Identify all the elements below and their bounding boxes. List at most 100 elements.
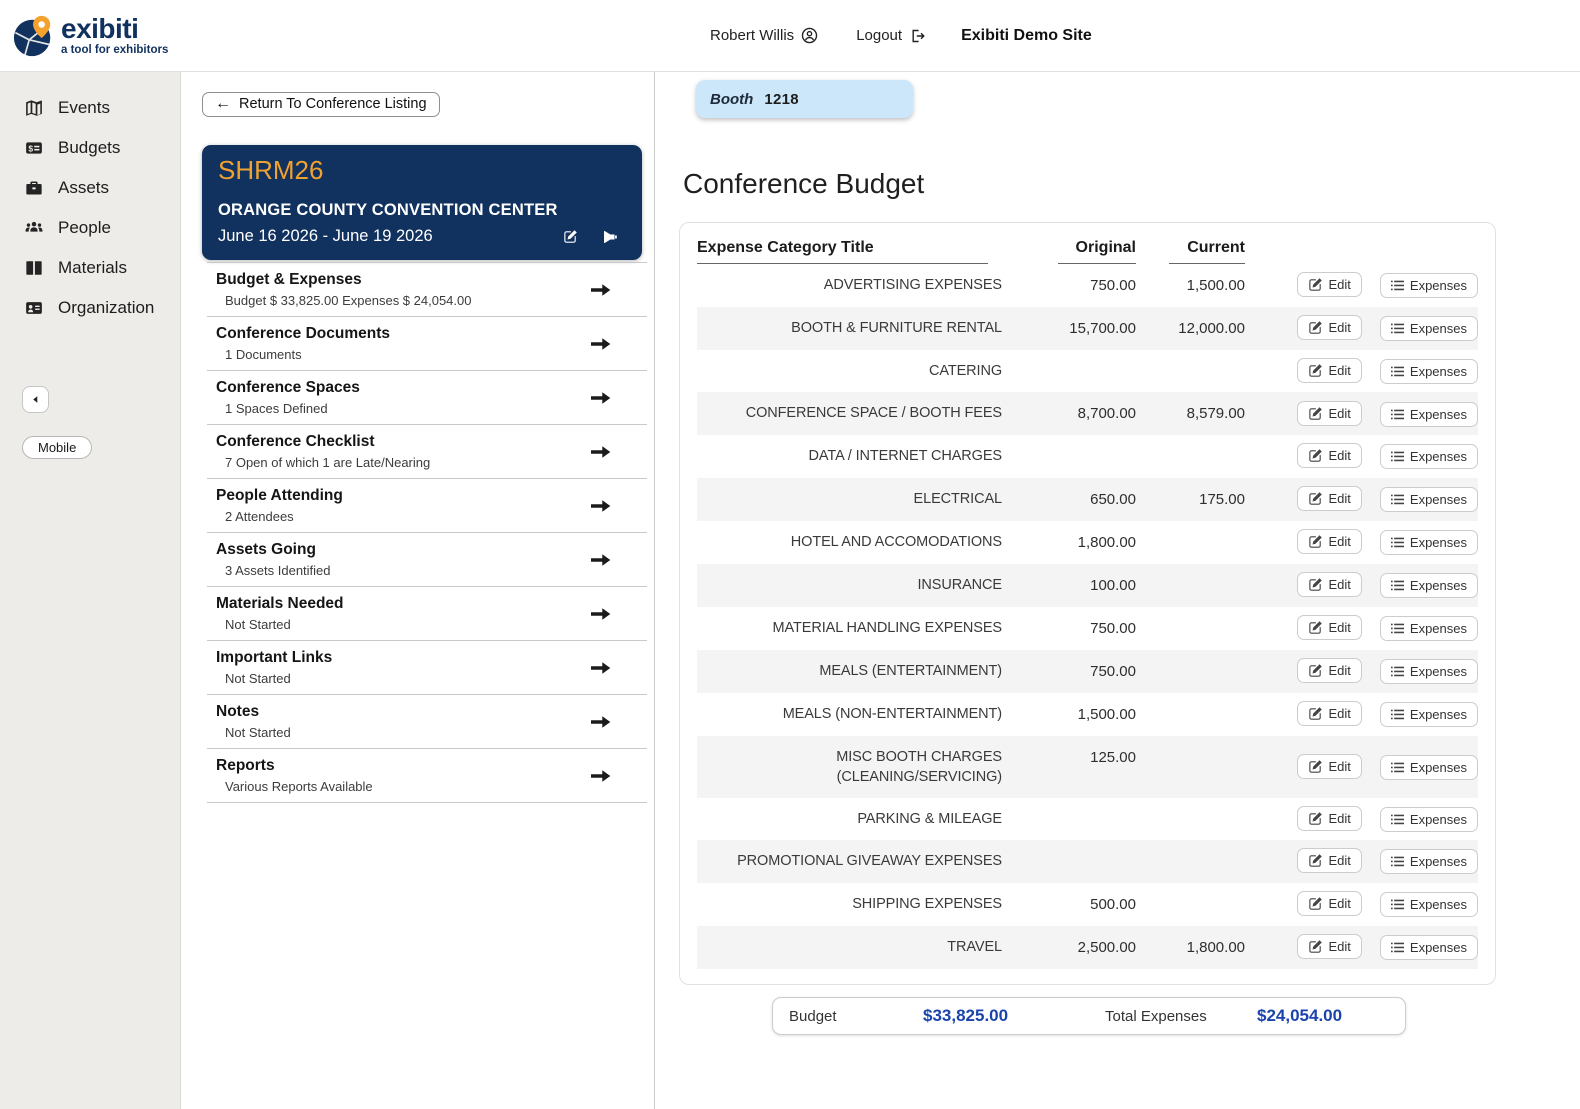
expenses-button-label: Expenses	[1409, 897, 1467, 913]
section-item[interactable]: People Attending 2 Attendees	[207, 479, 647, 533]
sidebar-item-people[interactable]: People	[0, 208, 180, 248]
edit-button-label: Edit	[1328, 705, 1351, 721]
edit-button[interactable]: Edit	[1296, 848, 1362, 874]
edit-button[interactable]: Edit	[1296, 891, 1362, 917]
list-icon	[1390, 450, 1404, 463]
expense-current	[1136, 798, 1245, 840]
list-icon	[1390, 898, 1404, 911]
expenses-button[interactable]: Expenses	[1379, 401, 1478, 427]
section-item[interactable]: Conference Spaces 1 Spaces Defined	[207, 371, 647, 425]
mobile-button[interactable]: Mobile	[22, 436, 93, 459]
expenses-button[interactable]: Expenses	[1379, 444, 1478, 470]
expenses-button[interactable]: Expenses	[1379, 615, 1478, 641]
table-row: BOOTH & FURNITURE RENTAL 15,700.00 12,000.…	[697, 307, 1478, 350]
table-row: MEALS (ENTERTAINMENT) 750.00 Edit Expenses	[697, 649, 1478, 693]
section-subtitle: 3 Assets Identified	[225, 563, 331, 578]
page-title: Conference Budget	[683, 168, 925, 199]
expenses-button[interactable]: Expenses	[1379, 529, 1478, 555]
sidebar-item-budgets[interactable]: $ Budgets	[0, 128, 180, 168]
edit-button[interactable]: Edit	[1296, 934, 1362, 960]
edit-icon	[1308, 811, 1323, 826]
expenses-button[interactable]: Expenses	[1379, 273, 1478, 299]
edit-button[interactable]: Edit	[1296, 614, 1362, 640]
expenses-button[interactable]: Expenses	[1379, 486, 1478, 512]
expenses-button[interactable]: Expenses	[1379, 572, 1478, 598]
list-icon	[1390, 665, 1404, 678]
edit-icon	[1308, 363, 1323, 378]
section-item[interactable]: Notes Not Started	[207, 695, 647, 749]
expense-category: PARKING & MILEAGE	[857, 811, 1002, 828]
expense-original: 100.00	[1090, 576, 1136, 594]
edit-conference-icon[interactable]	[563, 229, 578, 245]
edit-button[interactable]: Edit	[1296, 358, 1362, 383]
app-window: exibiti a tool for exhibitors Robert Wil…	[0, 0, 1580, 1109]
edit-button[interactable]: Edit	[1296, 315, 1362, 341]
user-menu[interactable]: Robert Willis	[710, 27, 818, 44]
megaphone-icon[interactable]	[602, 229, 618, 245]
table-row: PARKING & MILEAGE Edit Expenses	[697, 798, 1478, 840]
section-item[interactable]: Materials Needed Not Started	[207, 587, 647, 641]
edit-button-label: Edit	[1328, 758, 1351, 774]
sidebar-item-materials[interactable]: Materials	[0, 248, 180, 288]
sidebar-item-organization[interactable]: Organization	[0, 288, 180, 328]
section-subtitle: 2 Attendees	[225, 509, 294, 524]
edit-button-label: Edit	[1328, 448, 1351, 464]
expense-current: 175.00	[1199, 490, 1245, 508]
section-item[interactable]: Conference Documents 1 Documents	[207, 317, 647, 371]
table-row: MISC BOOTH CHARGES (CLEANING/SERVICING) 1…	[697, 735, 1478, 799]
edit-button[interactable]: Edit	[1296, 272, 1362, 298]
edit-icon	[1308, 320, 1323, 335]
conference-sections: Budget & Expenses Budget $ 33,825.00 Expe…	[207, 262, 647, 803]
expense-category: CONFERENCE SPACE / BOOTH FEES	[745, 405, 1002, 422]
expense-category: TRAVEL	[947, 938, 1002, 955]
list-icon	[1390, 622, 1404, 635]
logout-label: Logout	[856, 27, 903, 44]
section-item[interactable]: Reports Various Reports Available	[207, 749, 647, 803]
sidebar-item-assets[interactable]: Assets	[0, 168, 180, 208]
edit-icon	[1308, 491, 1323, 506]
expenses-button[interactable]: Expenses	[1379, 316, 1478, 342]
return-to-listing-button[interactable]: ← Return To Conference Listing	[202, 92, 440, 117]
expenses-button[interactable]: Expenses	[1379, 754, 1478, 780]
section-title: Materials Needed	[216, 595, 344, 612]
left-arrow-icon: ←	[215, 95, 231, 112]
expenses-button-label: Expenses	[1409, 364, 1467, 379]
edit-button[interactable]: Edit	[1296, 806, 1362, 832]
arrow-right-icon	[591, 661, 611, 675]
app-logo[interactable]: exibiti a tool for exhibitors	[12, 14, 168, 58]
edit-button-label: Edit	[1328, 533, 1351, 549]
expenses-button[interactable]: Expenses	[1379, 658, 1478, 684]
column-header-current: Current	[1169, 239, 1245, 264]
sidebar-collapse-button[interactable]	[22, 386, 49, 413]
expense-original: 15,700.00	[1069, 320, 1136, 337]
edit-button-label: Edit	[1328, 405, 1351, 421]
section-item[interactable]: Budget & Expenses Budget $ 33,825.00 Expe…	[207, 263, 647, 317]
section-item[interactable]: Conference Checklist 7 Open of which 1 ar…	[207, 425, 647, 479]
expense-original	[1002, 350, 1136, 392]
logout-button[interactable]: Logout	[856, 27, 925, 44]
sidebar-item-events[interactable]: Events	[0, 88, 180, 128]
triangle-left-icon	[29, 393, 42, 406]
expenses-button[interactable]: Expenses	[1379, 935, 1478, 961]
edit-button[interactable]: Edit	[1296, 400, 1362, 426]
list-icon	[1390, 365, 1404, 378]
edit-button[interactable]: Edit	[1296, 528, 1362, 554]
expenses-button[interactable]: Expenses	[1379, 849, 1478, 875]
expense-category: MATERIAL HANDLING EXPENSES	[772, 619, 1003, 636]
expense-category: MEALS (ENTERTAINMENT)	[819, 662, 1002, 679]
edit-button[interactable]: Edit	[1296, 753, 1362, 779]
edit-button[interactable]: Edit	[1296, 657, 1362, 683]
edit-button[interactable]: Edit	[1296, 700, 1362, 726]
expenses-button[interactable]: Expenses	[1379, 701, 1478, 727]
expenses-button[interactable]: Expenses	[1379, 892, 1478, 918]
section-item[interactable]: Important Links Not Started	[207, 641, 647, 695]
edit-icon	[1308, 620, 1323, 635]
expenses-button[interactable]: Expenses	[1379, 807, 1478, 833]
briefcase-icon	[24, 179, 43, 197]
edit-button[interactable]: Edit	[1296, 571, 1362, 597]
edit-button[interactable]: Edit	[1296, 485, 1362, 511]
arrow-right-icon	[591, 715, 611, 729]
section-item[interactable]: Assets Going 3 Assets Identified	[207, 533, 647, 587]
expenses-button[interactable]: Expenses	[1379, 359, 1478, 384]
edit-button[interactable]: Edit	[1296, 443, 1362, 469]
